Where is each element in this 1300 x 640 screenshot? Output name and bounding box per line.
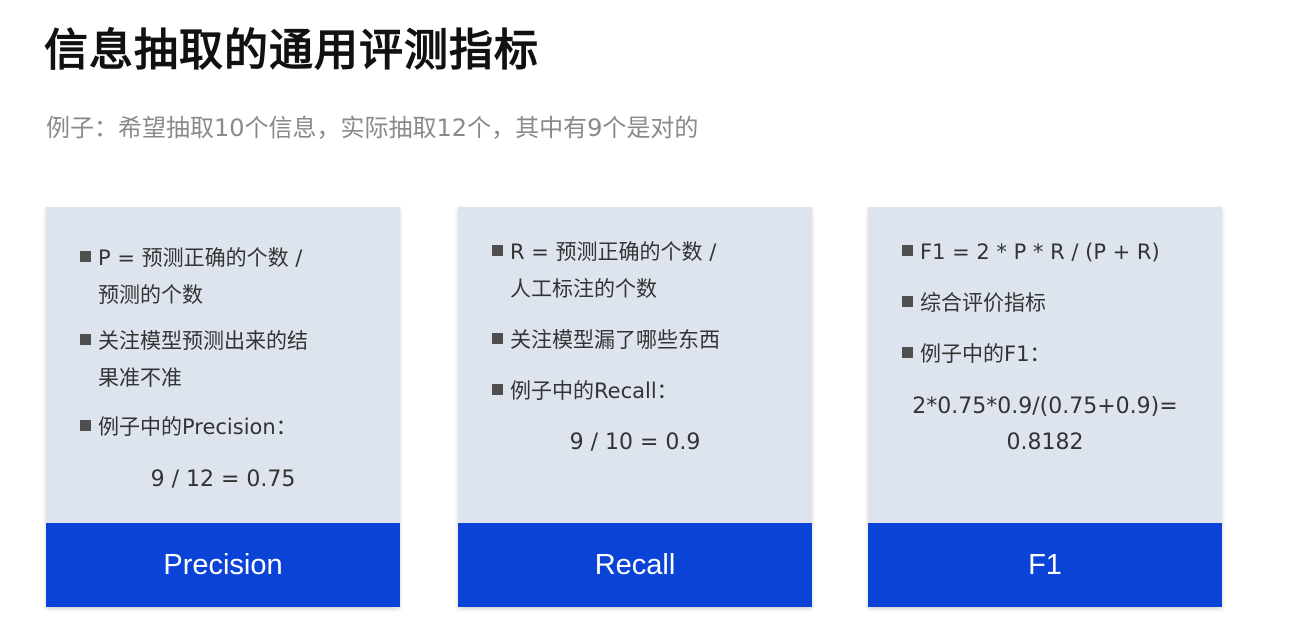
square-bullet-icon: [902, 346, 913, 358]
f1-item-focus: 综合评价指标: [902, 285, 1202, 322]
precision-card: P = 预测正确的个数 / 预测的个数 关注模型预测出来的结 果准不准 例子中的…: [46, 207, 400, 607]
f1-result-value: 0.8182: [1006, 430, 1084, 455]
recall-card: R = 预测正确的个数 / 人工标注的个数 关注模型漏了哪些东西 例子中的Rec…: [458, 207, 812, 607]
precision-focus-line1: 关注模型预测出来的结: [98, 329, 308, 353]
f1-card-body: F1 = 2 * P * R / (P + R) 综合评价指标 例子中的F1： …: [868, 207, 1222, 523]
recall-result: 9 / 10 = 0.9: [569, 430, 701, 455]
precision-card-body: P = 预测正确的个数 / 预测的个数 关注模型预测出来的结 果准不准 例子中的…: [46, 207, 400, 523]
square-bullet-icon: [80, 250, 91, 262]
recall-definition-line2: 人工标注的个数: [510, 277, 657, 301]
f1-focus-line1: 综合评价指标: [920, 291, 1046, 315]
precision-item-example: 例子中的Precision：: [80, 409, 380, 446]
square-bullet-icon: [80, 333, 91, 345]
f1-card: F1 = 2 * P * R / (P + R) 综合评价指标 例子中的F1： …: [868, 207, 1222, 607]
square-bullet-icon: [80, 419, 91, 431]
recall-definition-line1: R = 预测正确的个数 /: [510, 240, 717, 264]
square-bullet-icon: [492, 244, 503, 256]
precision-result: 9 / 12 = 0.75: [150, 467, 296, 492]
page-title: 信息抽取的通用评测指标: [44, 25, 539, 76]
square-bullet-icon: [902, 295, 913, 307]
recall-item-focus: 关注模型漏了哪些东西: [492, 322, 792, 359]
f1-footer-label: F1: [868, 523, 1222, 607]
recall-item-example: 例子中的Recall：: [492, 373, 792, 410]
precision-example-label: 例子中的Precision：: [98, 415, 297, 439]
precision-footer-label: Precision: [46, 523, 400, 607]
square-bullet-icon: [492, 383, 503, 395]
recall-card-body: R = 预测正确的个数 / 人工标注的个数 关注模型漏了哪些东西 例子中的Rec…: [458, 207, 812, 523]
precision-item-focus: 关注模型预测出来的结 果准不准: [80, 323, 380, 397]
recall-item-definition: R = 预测正确的个数 / 人工标注的个数: [492, 234, 792, 308]
f1-result-formula: 2*0.75*0.9/(0.75+0.9)=: [912, 394, 1178, 419]
page-subtitle: 例子：希望抽取10个信息，实际抽取12个，其中有9个是对的: [46, 114, 699, 142]
f1-item-example: 例子中的F1：: [902, 336, 1202, 373]
recall-footer-label: Recall: [458, 523, 812, 607]
recall-example-label: 例子中的Recall：: [510, 379, 678, 403]
f1-definition-line1: F1 = 2 * P * R / (P + R): [920, 240, 1160, 264]
f1-item-definition: F1 = 2 * P * R / (P + R): [902, 234, 1202, 271]
precision-definition-line2: 预测的个数: [98, 283, 203, 307]
square-bullet-icon: [902, 244, 913, 256]
precision-focus-line2: 果准不准: [98, 366, 182, 390]
f1-example-label: 例子中的F1：: [920, 342, 1051, 366]
recall-focus-line1: 关注模型漏了哪些东西: [510, 328, 720, 352]
square-bullet-icon: [492, 332, 503, 344]
precision-definition-line1: P = 预测正确的个数 /: [98, 246, 303, 270]
precision-item-definition: P = 预测正确的个数 / 预测的个数: [80, 240, 380, 314]
